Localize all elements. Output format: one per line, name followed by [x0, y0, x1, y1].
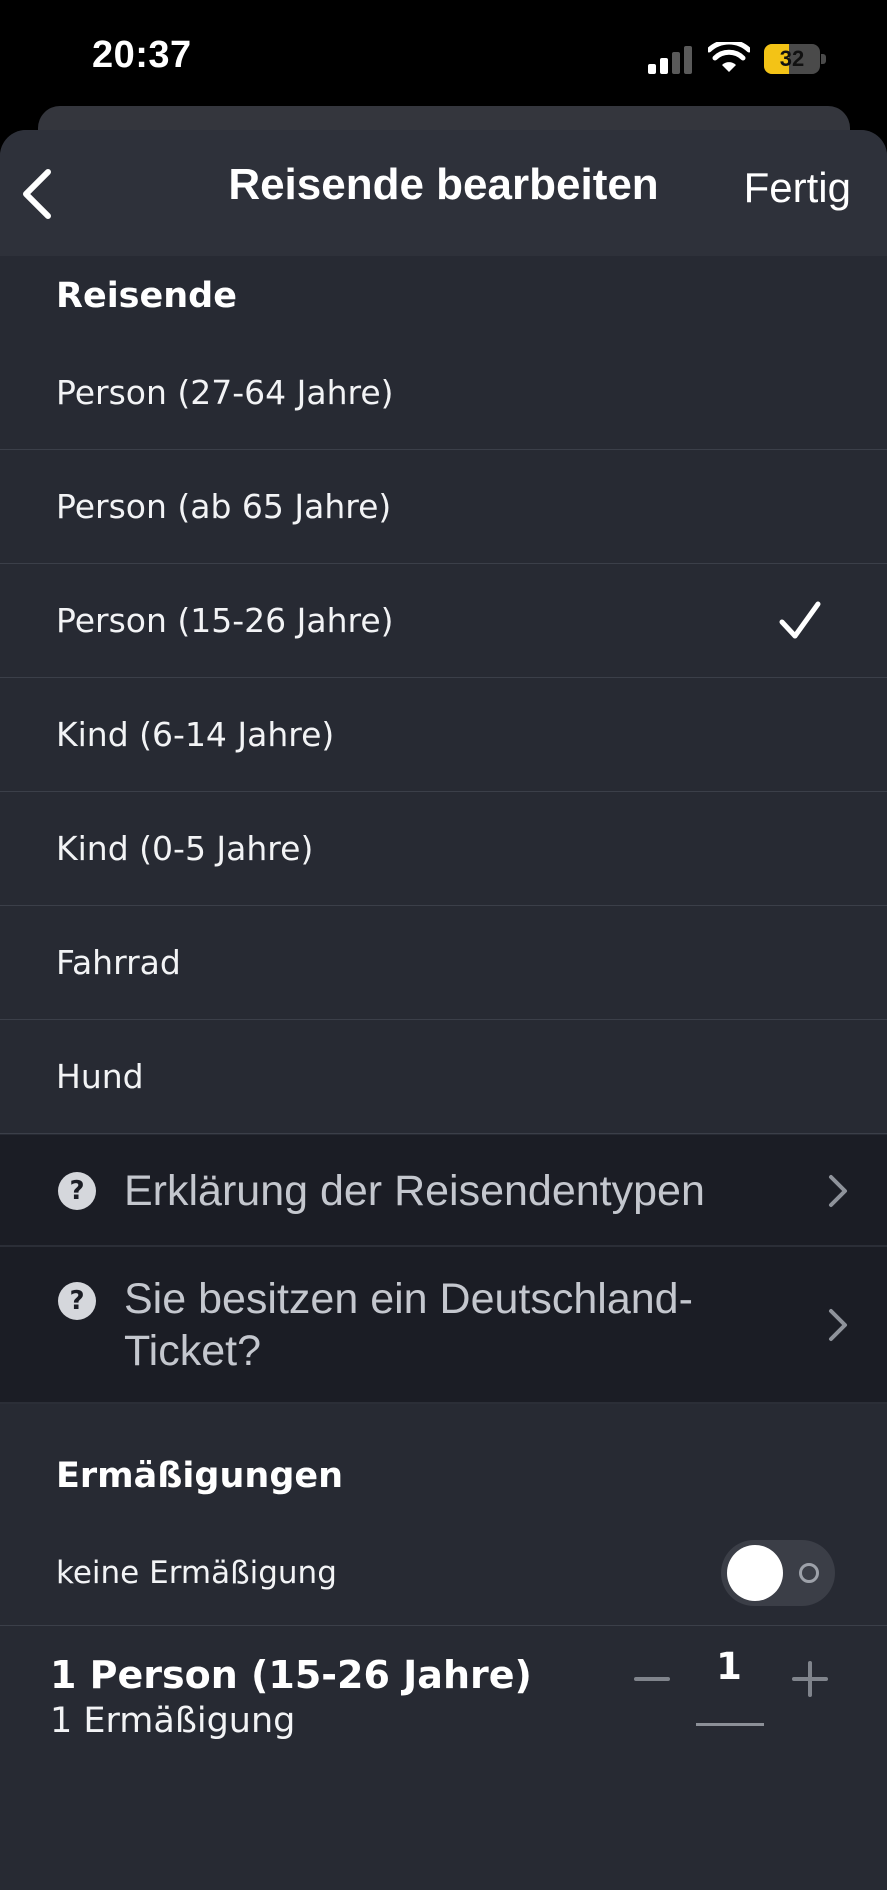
traveller-option-label: Person (15-26 Jahre)	[56, 601, 394, 640]
traveller-option-label: Kind (6-14 Jahre)	[56, 715, 335, 754]
summary-row: 1 Person (15-26 Jahre) 1 Ermäßigung 1	[0, 1627, 887, 1807]
traveller-option-label: Kind (0-5 Jahre)	[56, 829, 314, 868]
traveller-option-selected[interactable]: Person (15-26 Jahre)	[0, 564, 887, 678]
discounts-section-title: Ermäßigungen	[56, 1456, 344, 1496]
traveller-option-label: Person (ab 65 Jahre)	[56, 487, 392, 526]
no-discount-label: keine Ermäßigung	[56, 1555, 337, 1591]
travellers-section-title: Reisende	[56, 276, 237, 316]
wifi-icon	[708, 42, 750, 72]
status-bar: 20:37 32	[0, 0, 887, 110]
traveller-option-label: Person (27-64 Jahre)	[56, 373, 394, 412]
question-circle-icon: ?	[58, 1172, 96, 1210]
traveller-option[interactable]: Kind (6-14 Jahre)	[0, 678, 887, 792]
summary-title: 1 Person (15-26 Jahre)	[50, 1653, 532, 1697]
no-discount-toggle[interactable]	[721, 1540, 835, 1606]
edit-travellers-sheet: Reisende bearbeiten Fertig Reisende Pers…	[0, 130, 887, 1890]
toggle-off-indicator-icon	[799, 1563, 819, 1583]
battery-icon: 32	[764, 44, 826, 74]
decrement-button[interactable]	[632, 1659, 672, 1699]
status-time: 20:37	[92, 34, 192, 76]
traveller-option-label: Fahrrad	[56, 943, 181, 982]
info-link-text: Erklärung der Reisendentypen	[124, 1167, 705, 1215]
traveller-option[interactable]: Person (ab 65 Jahre)	[0, 450, 887, 564]
battery-level: 32	[779, 46, 805, 71]
cellular-signal-icon	[648, 46, 692, 74]
traveller-option[interactable]: Hund	[0, 1020, 887, 1134]
info-link-text: Sie besitzen ein Deutschland-Ticket?	[124, 1275, 693, 1375]
nav-bar: Reisende bearbeiten Fertig	[0, 130, 887, 256]
chevron-right-icon	[829, 1175, 847, 1207]
increment-button[interactable]	[790, 1659, 830, 1699]
checkmark-icon	[779, 601, 821, 639]
question-circle-icon: ?	[58, 1282, 96, 1320]
deutschland-ticket-info-link[interactable]: ? Sie besitzen ein Deutschland-Ticket?	[0, 1247, 887, 1404]
done-button[interactable]: Fertig	[744, 164, 851, 212]
traveller-types-info-link[interactable]: ? Erklärung der Reisendentypen	[0, 1135, 887, 1247]
count-underline	[696, 1723, 764, 1726]
count-value: 1	[716, 1645, 742, 1688]
toggle-knob	[727, 1545, 783, 1601]
traveller-option[interactable]: Kind (0-5 Jahre)	[0, 792, 887, 906]
summary-subtitle: 1 Ermäßigung	[50, 1701, 296, 1741]
no-discount-row: keine Ermäßigung	[0, 1520, 887, 1626]
chevron-right-icon	[829, 1309, 847, 1341]
traveller-option[interactable]: Person (27-64 Jahre)	[0, 336, 887, 450]
traveller-option-label: Hund	[56, 1057, 144, 1096]
traveller-option[interactable]: Fahrrad	[0, 906, 887, 1020]
